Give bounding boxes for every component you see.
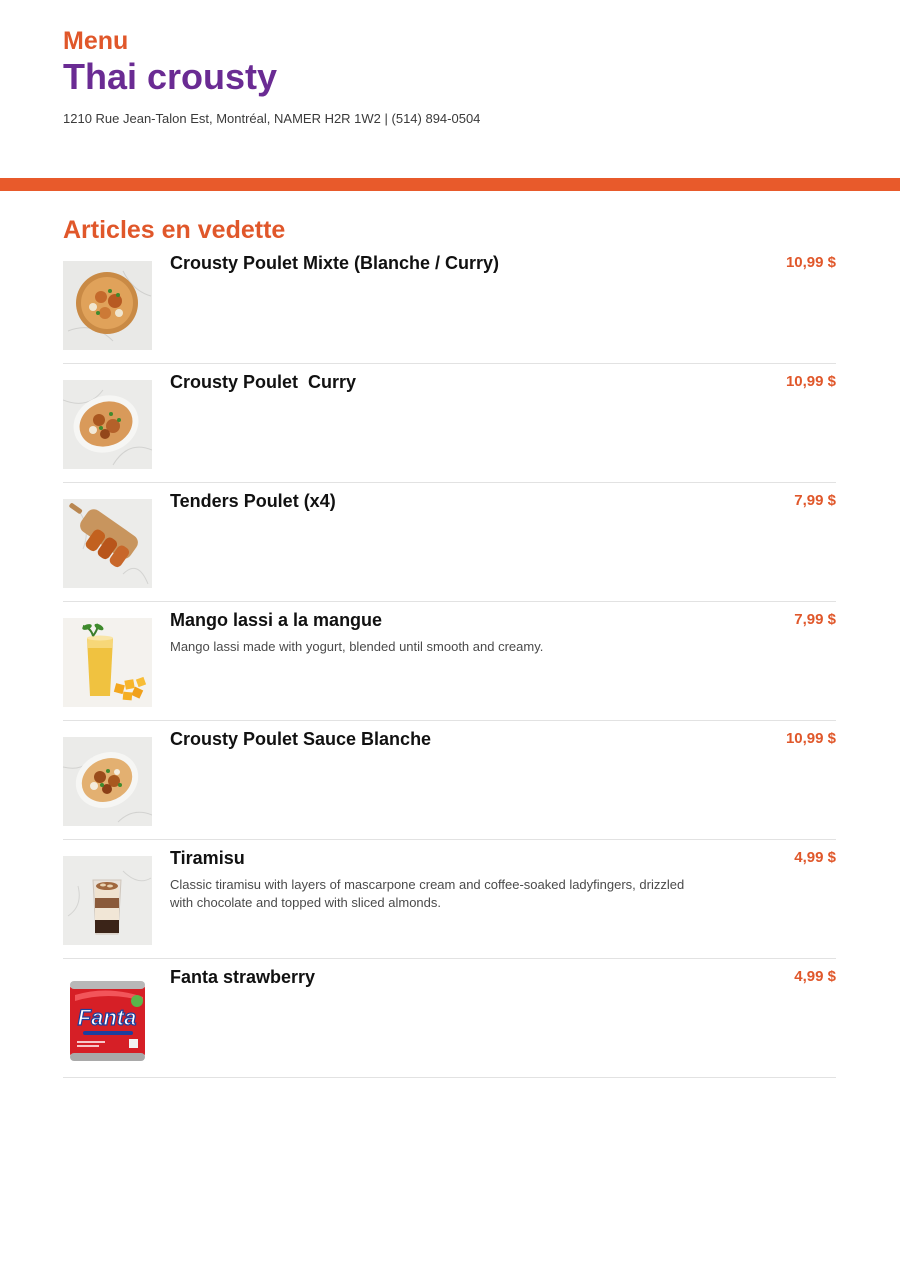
item-name: Mango lassi a la mangue (170, 610, 383, 630)
fanta-can-photo-icon: Fanta (63, 975, 152, 1064)
section-title: Articles en vedette (63, 216, 286, 244)
item-name: Tiramisu (170, 848, 245, 868)
menu-item[interactable]: Crousty Poulet Sauce Blanche 10,99 $ (63, 721, 836, 840)
mango-lassi-photo-icon (63, 618, 152, 707)
accent-divider (0, 178, 900, 191)
restaurant-name: Thai crousty (63, 56, 278, 97)
menu-item[interactable]: Fanta Fanta strawberry 4,99 $ (63, 959, 836, 1078)
tiramisu-photo-icon (63, 856, 152, 945)
item-name: Crousty Poulet Sauce Blanche (170, 729, 432, 749)
restaurant-address: 1210 Rue Jean-Talon Est, Montréal, NAMER… (63, 111, 481, 126)
item-price: 4,99 $ (794, 968, 836, 985)
item-price: 4,99 $ (794, 849, 836, 866)
item-price: 7,99 $ (794, 492, 836, 509)
item-name: Crousty Poulet Mixte (Blanche / Curry) (170, 253, 500, 273)
item-name: Fanta strawberry (170, 967, 316, 987)
menu-header: Menu Thai crousty 1210 Rue Jean-Talon Es… (63, 26, 843, 127)
item-name: Crousty Poulet Curry (170, 372, 357, 392)
menu-item[interactable]: Crousty Poulet Curry 10,99 $ (63, 364, 836, 483)
item-price: 7,99 $ (794, 611, 836, 628)
chicken-tenders-photo-icon (63, 499, 152, 588)
menu-label: Menu (63, 27, 129, 55)
item-price: 10,99 $ (785, 373, 836, 390)
chicken-curry-photo-icon (63, 380, 152, 469)
item-description: Mango lassi made with yogurt, blended un… (170, 639, 544, 654)
chicken-white-sauce-photo-icon (63, 737, 152, 826)
item-name: Tenders Poulet (x4) (170, 491, 336, 511)
chicken-bowl-photo-icon (63, 261, 152, 350)
menu-item[interactable]: Crousty Poulet Mixte (Blanche / Curry) 1… (63, 245, 836, 364)
item-price: 10,99 $ (785, 730, 836, 747)
item-description: Classic tiramisu with layers of mascarpo… (170, 877, 685, 910)
item-price: 10,99 $ (785, 254, 836, 271)
menu-item[interactable]: Tenders Poulet (x4) 7,99 $ (63, 483, 836, 602)
fanta-logo-text: Fanta (78, 1005, 137, 1030)
menu-item-list: Crousty Poulet Mixte (Blanche / Curry) 1… (63, 245, 836, 1078)
menu-item[interactable]: Mango lassi a la mangue Mango lassi made… (63, 602, 836, 721)
menu-item[interactable]: Tiramisu Classic tiramisu with layers of… (63, 840, 836, 959)
